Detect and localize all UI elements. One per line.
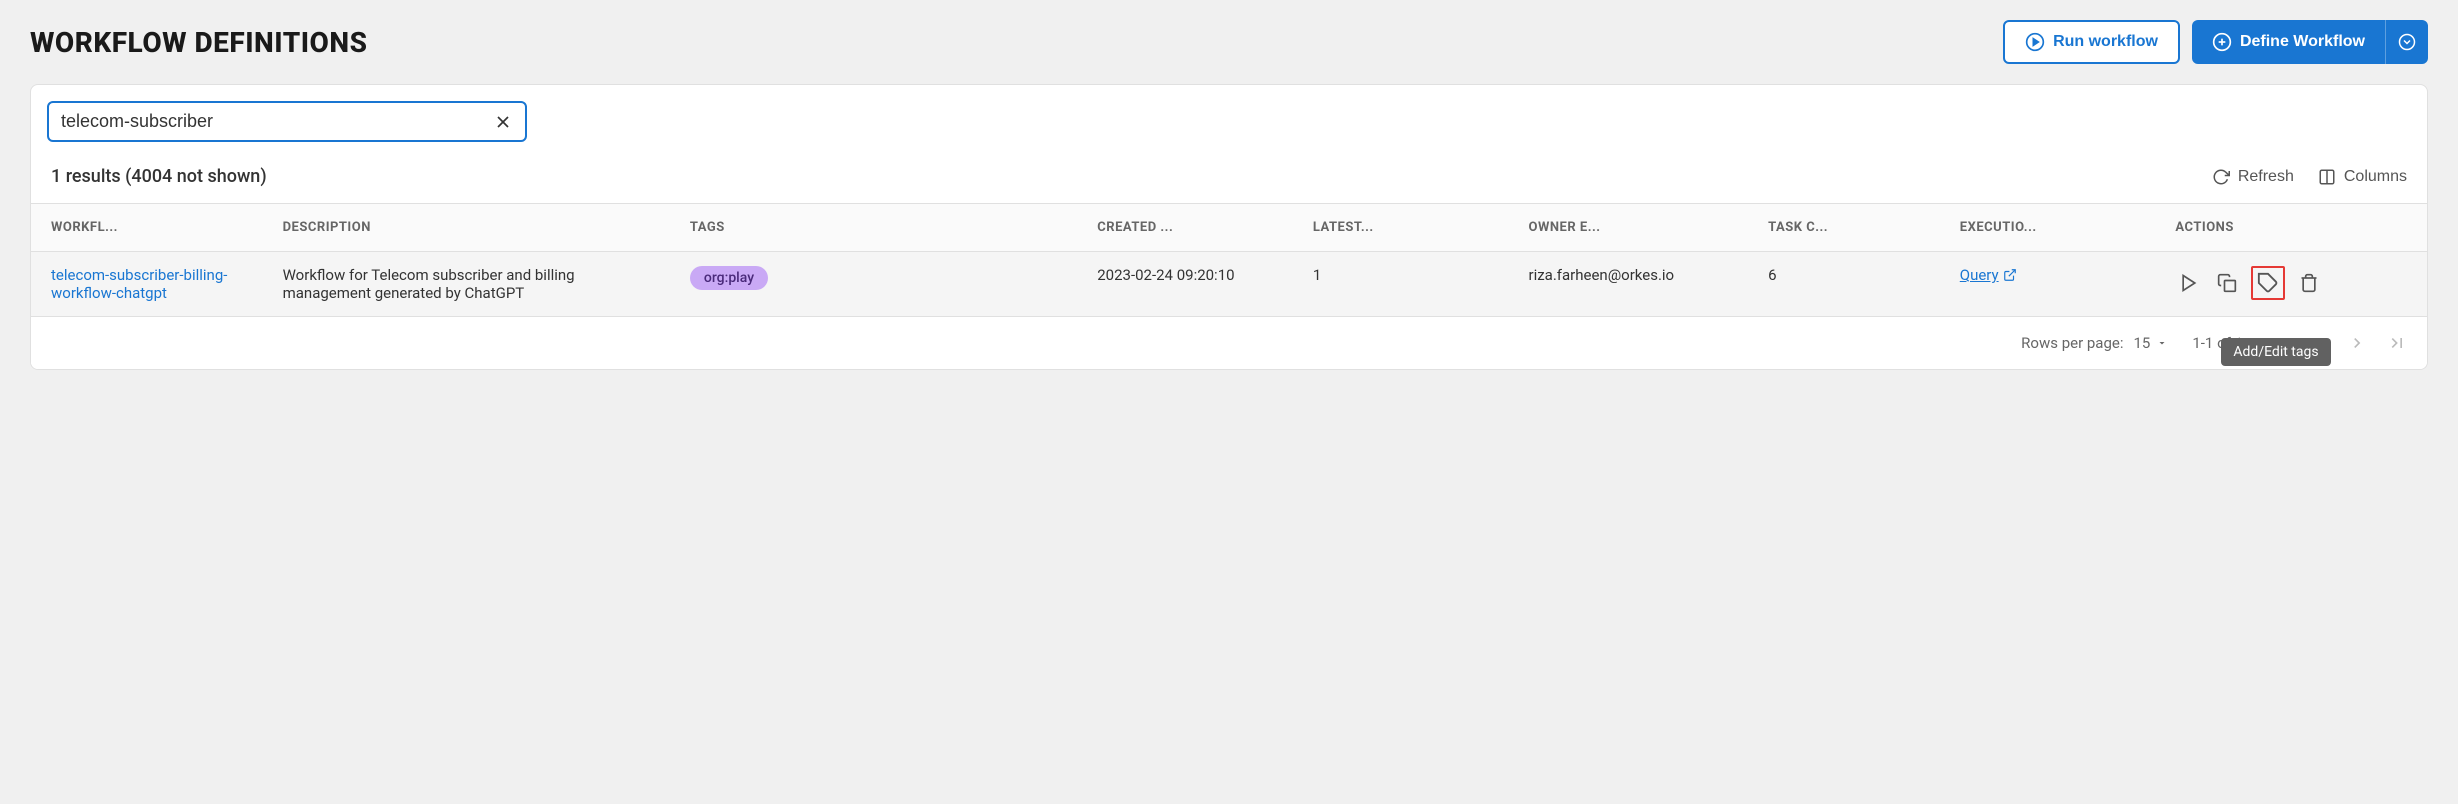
pagination: Rows per page: 15 1-1 of 1	[31, 317, 2427, 369]
header-owner[interactable]: OWNER E...	[1517, 204, 1757, 252]
chevron-down-circle-icon	[2398, 33, 2416, 51]
cell-task-count: 6	[1756, 252, 1948, 317]
refresh-label: Refresh	[2238, 168, 2294, 186]
query-link[interactable]: Query	[1960, 266, 2017, 284]
run-workflow-label: Run workflow	[2053, 33, 2158, 51]
header-description[interactable]: DESCRIPTION	[271, 204, 678, 252]
query-label: Query	[1960, 266, 1999, 284]
columns-icon	[2318, 168, 2336, 186]
define-workflow-label: Define Workflow	[2240, 33, 2365, 51]
rows-per-page-select[interactable]: 15	[2133, 334, 2168, 352]
external-link-icon	[2003, 268, 2017, 282]
header-actions: ACTIONS	[2163, 204, 2427, 252]
trash-icon[interactable]	[2295, 269, 2323, 297]
table-header-row: WORKFL... DESCRIPTION TAGS CREATED ... L…	[31, 204, 2427, 252]
define-workflow-dropdown[interactable]	[2385, 20, 2428, 64]
workflow-table: WORKFL... DESCRIPTION TAGS CREATED ... L…	[31, 203, 2427, 317]
search-input[interactable]	[61, 111, 493, 132]
header-task-count[interactable]: TASK C...	[1756, 204, 1948, 252]
tag-pill: org:play	[690, 266, 768, 290]
tooltip: Add/Edit tags	[2221, 338, 2330, 366]
workflow-name-link[interactable]: telecom-subscriber-billing-workflow-chat…	[51, 266, 227, 302]
dropdown-icon	[2156, 337, 2168, 349]
define-workflow-button[interactable]: Define Workflow	[2192, 20, 2385, 64]
play-circle-icon	[2025, 32, 2045, 52]
refresh-button[interactable]: Refresh	[2212, 168, 2294, 186]
columns-button[interactable]: Columns	[2318, 168, 2407, 186]
columns-label: Columns	[2344, 168, 2407, 186]
plus-circle-icon	[2212, 32, 2232, 52]
main-panel: 1 results (4004 not shown) Refresh	[30, 84, 2428, 370]
cell-description: Workflow for Telecom subscriber and bill…	[271, 252, 678, 317]
cell-latest: 1	[1301, 252, 1517, 317]
header-tags[interactable]: TAGS	[678, 204, 1085, 252]
copy-icon[interactable]	[2213, 269, 2241, 297]
cell-created: 2023-02-24 09:20:10	[1085, 252, 1301, 317]
results-count: 1 results (4004 not shown)	[51, 166, 267, 187]
header-actions: Run workflow Define Workflow	[2003, 20, 2428, 64]
tag-icon[interactable]	[2251, 266, 2285, 300]
play-icon[interactable]	[2175, 269, 2203, 297]
next-page-button[interactable]	[2347, 333, 2367, 353]
last-page-button[interactable]	[2387, 333, 2407, 353]
rows-per-page-value: 15	[2133, 334, 2150, 352]
refresh-icon	[2212, 168, 2230, 186]
header-created[interactable]: CREATED ...	[1085, 204, 1301, 252]
cell-owner: riza.farheen@orkes.io	[1517, 252, 1757, 317]
run-workflow-button[interactable]: Run workflow	[2003, 20, 2180, 64]
rows-per-page-label: Rows per page:	[2021, 334, 2123, 352]
clear-icon[interactable]	[493, 112, 513, 132]
header-executions[interactable]: EXECUTIO...	[1948, 204, 2164, 252]
header-latest[interactable]: LATEST...	[1301, 204, 1517, 252]
header-workflow[interactable]: WORKFL...	[31, 204, 271, 252]
page-title: WORKFLOW DEFINITIONS	[30, 26, 367, 59]
search-box[interactable]	[47, 101, 527, 142]
table-row: telecom-subscriber-billing-workflow-chat…	[31, 252, 2427, 317]
